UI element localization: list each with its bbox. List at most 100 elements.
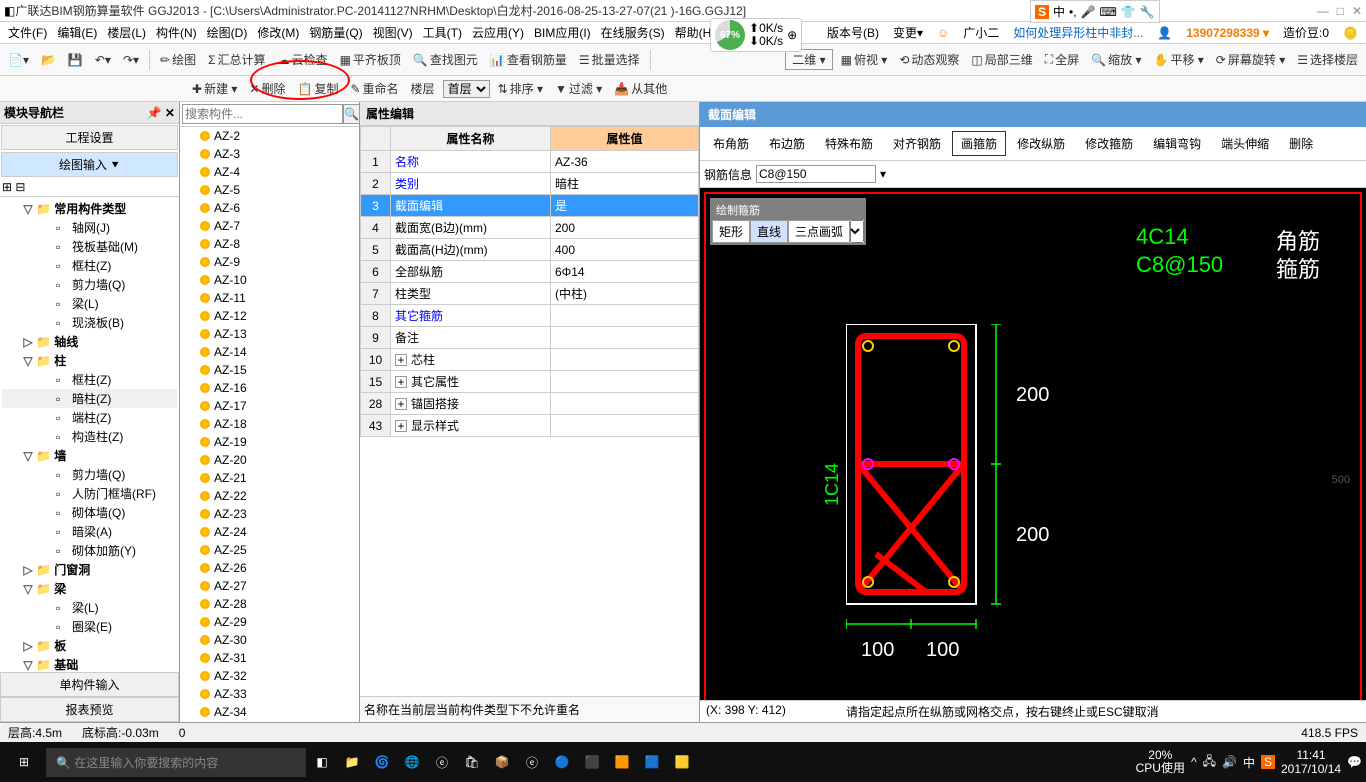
help-link[interactable]: 如何处理异形柱中非封... xyxy=(1009,22,1147,43)
az-item[interactable]: AZ-28 xyxy=(180,595,359,613)
tree-item[interactable]: ▫ 梁(L) xyxy=(2,598,177,617)
tray-sogou-icon[interactable]: S xyxy=(1261,755,1275,769)
cloud-check-button[interactable]: ☁ 云检查 xyxy=(274,49,332,70)
tree-item[interactable]: ▫ 现浇板(B) xyxy=(2,313,177,332)
app-icon-3[interactable]: 📦 xyxy=(488,748,516,776)
search-button[interactable]: 🔍 xyxy=(343,104,360,124)
tree-item[interactable]: ▫ 构造柱(Z) xyxy=(2,427,177,446)
tree-item[interactable]: ▫ 暗梁(A) xyxy=(2,522,177,541)
prop-row[interactable]: 1名称AZ-36 xyxy=(361,151,699,173)
menu-modify[interactable]: 修改(M) xyxy=(253,22,303,43)
align-button[interactable]: ▦ 平齐板顶 xyxy=(336,49,405,70)
prop-row[interactable]: 4截面宽(B边)(mm)200 xyxy=(361,217,699,239)
newcomp-button[interactable]: ✚ 新建 ▾ xyxy=(188,78,241,99)
tree-item[interactable]: ▽📁 柱 xyxy=(2,351,177,370)
menu-tools[interactable]: 工具(T) xyxy=(419,22,466,43)
redo-button[interactable]: ↷▾ xyxy=(119,51,143,69)
az-item[interactable]: AZ-24 xyxy=(180,523,359,541)
rename-button[interactable]: ✎ 重命名 xyxy=(346,78,402,99)
menu-file[interactable]: 文件(F) xyxy=(4,22,51,43)
start-button[interactable]: ⊞ xyxy=(4,746,44,778)
view-rebar-button[interactable]: 📊 查看钢筋量 xyxy=(486,49,571,70)
app-icon-5[interactable]: ⬛ xyxy=(578,748,606,776)
task-view-icon[interactable]: ◧ xyxy=(308,748,336,776)
tree-item[interactable]: ▫ 剪力墙(Q) xyxy=(2,275,177,294)
prop-row[interactable]: 3截面编辑是 xyxy=(361,195,699,217)
rebar-info-dropdown[interactable]: ▾ xyxy=(880,167,886,181)
close-button[interactable]: ✕ xyxy=(1352,4,1362,18)
view-zoom[interactable]: 🔍 缩放 ▾ xyxy=(1087,49,1145,70)
speed-gauge[interactable]: 67% ⬆0K/s⬇0K/s ⊕ xyxy=(710,18,802,52)
draw-button[interactable]: ✏ 绘图 xyxy=(156,49,200,70)
taskbar[interactable]: ⊞ 🔍 在这里输入你要搜索的内容 ◧ 📁 🌀 🌐 ⓔ 🛍 📦 ⓔ 🔵 ⬛ 🟧 🟦… xyxy=(0,742,1366,782)
ie-icon[interactable]: ⓔ xyxy=(518,748,546,776)
view-2d[interactable]: 二维 ▾ xyxy=(785,49,832,70)
prop-row[interactable]: 6全部纵筋6Φ14 xyxy=(361,261,699,283)
search-input[interactable] xyxy=(182,104,343,124)
az-item[interactable]: AZ-15 xyxy=(180,361,359,379)
az-item[interactable]: AZ-25 xyxy=(180,541,359,559)
batch-select-button[interactable]: ☰ 批量选择 xyxy=(575,49,644,70)
az-item[interactable]: AZ-6 xyxy=(180,199,359,217)
prop-row[interactable]: 7柱类型(中柱) xyxy=(361,283,699,305)
section-tab[interactable]: 修改箍筋 xyxy=(1076,131,1142,156)
view-rotate[interactable]: ⟳ 屏幕旋转 ▾ xyxy=(1212,49,1289,70)
tree-mode-icons[interactable]: ⊞ ⊟ xyxy=(0,178,179,197)
tree-item[interactable]: ▫ 框柱(Z) xyxy=(2,370,177,389)
tray-up-icon[interactable]: ^ xyxy=(1191,755,1197,769)
edge-icon[interactable]: ⓔ xyxy=(428,748,456,776)
taskbar-search[interactable]: 🔍 在这里输入你要搜索的内容 xyxy=(46,748,306,777)
tree-item[interactable]: ▫ 暗柱(Z) xyxy=(2,389,177,408)
tree-item[interactable]: ▽📁 梁 xyxy=(2,579,177,598)
az-item[interactable]: AZ-19 xyxy=(180,433,359,451)
view-local3d[interactable]: ◫ 局部三维 xyxy=(967,49,1036,70)
menu-cloud[interactable]: 云应用(Y) xyxy=(468,22,528,43)
az-item[interactable]: AZ-33 xyxy=(180,685,359,703)
app-icon-6[interactable]: 🟧 xyxy=(608,748,636,776)
az-item[interactable]: AZ-22 xyxy=(180,487,359,505)
tree-item[interactable]: ▫ 梁(L) xyxy=(2,294,177,313)
prop-row[interactable]: 9备注 xyxy=(361,327,699,349)
user-label[interactable]: 广小二 xyxy=(959,22,1003,43)
app-icon-7[interactable]: 🟦 xyxy=(638,748,666,776)
menu-edit[interactable]: 编辑(E) xyxy=(53,22,101,43)
sum-button[interactable]: Σ 汇总计算 xyxy=(204,49,269,70)
menu-component[interactable]: 构件(N) xyxy=(152,22,201,43)
section-tab[interactable]: 布角筋 xyxy=(704,131,758,156)
az-item[interactable]: AZ-27 xyxy=(180,577,359,595)
single-comp-button[interactable]: 单构件输入 xyxy=(0,672,179,697)
tree-item[interactable]: ▽📁 常用构件类型 xyxy=(2,199,177,218)
tree-item[interactable]: ▫ 轴网(J) xyxy=(2,218,177,237)
section-tab[interactable]: 编辑弯钩 xyxy=(1144,131,1210,156)
view-top[interactable]: ▦ 俯视 ▾ xyxy=(837,49,892,70)
from-other-button[interactable]: 📥 从其他 xyxy=(610,78,671,99)
az-item[interactable]: AZ-3 xyxy=(180,145,359,163)
filter-button[interactable]: ▼ 过滤 ▾ xyxy=(551,78,606,99)
prop-row[interactable]: 2类别暗柱 xyxy=(361,173,699,195)
az-item[interactable]: AZ-10 xyxy=(180,271,359,289)
tree-item[interactable]: ▫ 框柱(Z) xyxy=(2,256,177,275)
prop-row[interactable]: 8其它箍筋 xyxy=(361,305,699,327)
store-icon[interactable]: 🛍 xyxy=(458,748,486,776)
folder-icon[interactable]: 📁 xyxy=(338,748,366,776)
section-canvas[interactable]: 绘制箍筋 矩形直线三点画弧 xyxy=(700,188,1366,722)
app-icon-4[interactable]: 🔵 xyxy=(548,748,576,776)
section-tab[interactable]: 删除 xyxy=(1280,131,1322,156)
menu-online[interactable]: 在线服务(S) xyxy=(597,22,669,43)
tree-item[interactable]: ▷📁 门窗洞 xyxy=(2,560,177,579)
coin-icon[interactable]: 🪙 xyxy=(1339,24,1362,42)
draw-input-button[interactable]: 绘图输入 ⯆ xyxy=(1,152,178,177)
menu-rebar[interactable]: 钢筋量(Q) xyxy=(305,22,366,43)
undo-button[interactable]: ↶▾ xyxy=(91,51,115,69)
tree-item[interactable]: ▫ 剪力墙(Q) xyxy=(2,465,177,484)
az-item[interactable]: AZ-16 xyxy=(180,379,359,397)
az-item[interactable]: AZ-17 xyxy=(180,397,359,415)
panel-pin-icon[interactable]: 📌 ✕ xyxy=(147,106,175,120)
az-item[interactable]: AZ-13 xyxy=(180,325,359,343)
project-settings-button[interactable]: 工程设置 xyxy=(1,125,178,150)
view-fullscreen[interactable]: ⛶ 全屏 xyxy=(1041,49,1083,70)
tray-clock[interactable]: 11:412017/10/14 xyxy=(1281,748,1341,777)
component-tree[interactable]: ▽📁 常用构件类型▫ 轴网(J)▫ 筏板基础(M)▫ 框柱(Z)▫ 剪力墙(Q)… xyxy=(0,197,179,672)
prop-row[interactable]: 28+锚固搭接 xyxy=(361,393,699,415)
rebar-info-input[interactable] xyxy=(756,165,876,183)
